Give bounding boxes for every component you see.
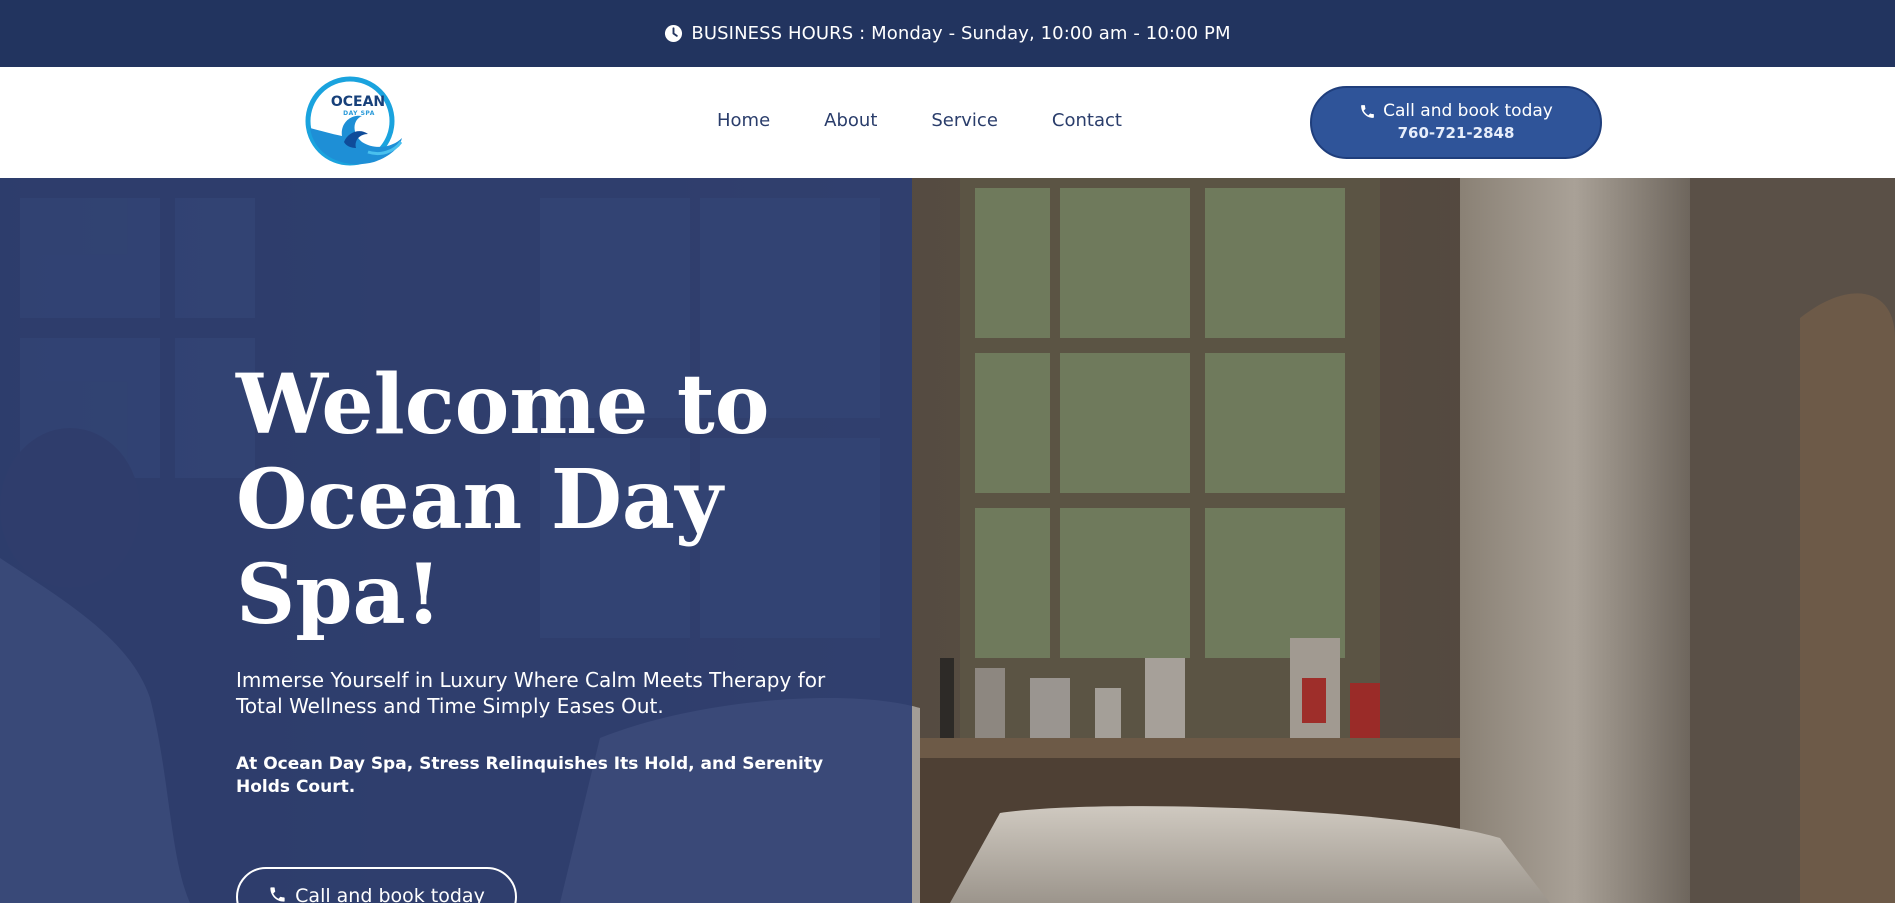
phone-number: 760-721-2848: [1397, 124, 1515, 142]
hero-tagline: At Ocean Day Spa, Stress Relinquishes It…: [236, 754, 824, 797]
main-nav: Home About Service Contact: [717, 110, 1122, 131]
hero-subtitle: Immerse Yourself in Luxury Where Calm Me…: [236, 668, 826, 718]
hero-call-book-label: Call and book today: [295, 885, 485, 903]
nav-home[interactable]: Home: [717, 110, 770, 131]
logo-subtitle: DAY SPA: [343, 110, 375, 117]
call-book-button[interactable]: Call and book today 760-721-2848: [1310, 86, 1602, 159]
call-book-label: Call and book today: [1383, 101, 1553, 121]
hero-section: Welcome to Ocean Day Spa! Immerse Yourse…: [0, 178, 1895, 903]
logo[interactable]: OCEAN DAY SPA: [304, 76, 402, 170]
nav-about[interactable]: About: [824, 110, 877, 131]
logo-title: OCEAN: [330, 94, 386, 110]
phone-icon: [268, 885, 287, 903]
business-hours-text: BUSINESS HOURS : Monday - Sunday, 10:00 …: [691, 23, 1231, 44]
phone-icon: [1359, 103, 1376, 120]
hero-call-book-button[interactable]: Call and book today: [236, 867, 517, 903]
clock-icon: [664, 24, 683, 43]
business-hours-bar: BUSINESS HOURS : Monday - Sunday, 10:00 …: [0, 0, 1895, 67]
nav-contact[interactable]: Contact: [1052, 110, 1122, 131]
nav-service[interactable]: Service: [931, 110, 998, 131]
hero-title: Welcome to Ocean Day Spa!: [236, 357, 770, 643]
site-header: OCEAN DAY SPA Home About Service Contact…: [0, 67, 1895, 178]
